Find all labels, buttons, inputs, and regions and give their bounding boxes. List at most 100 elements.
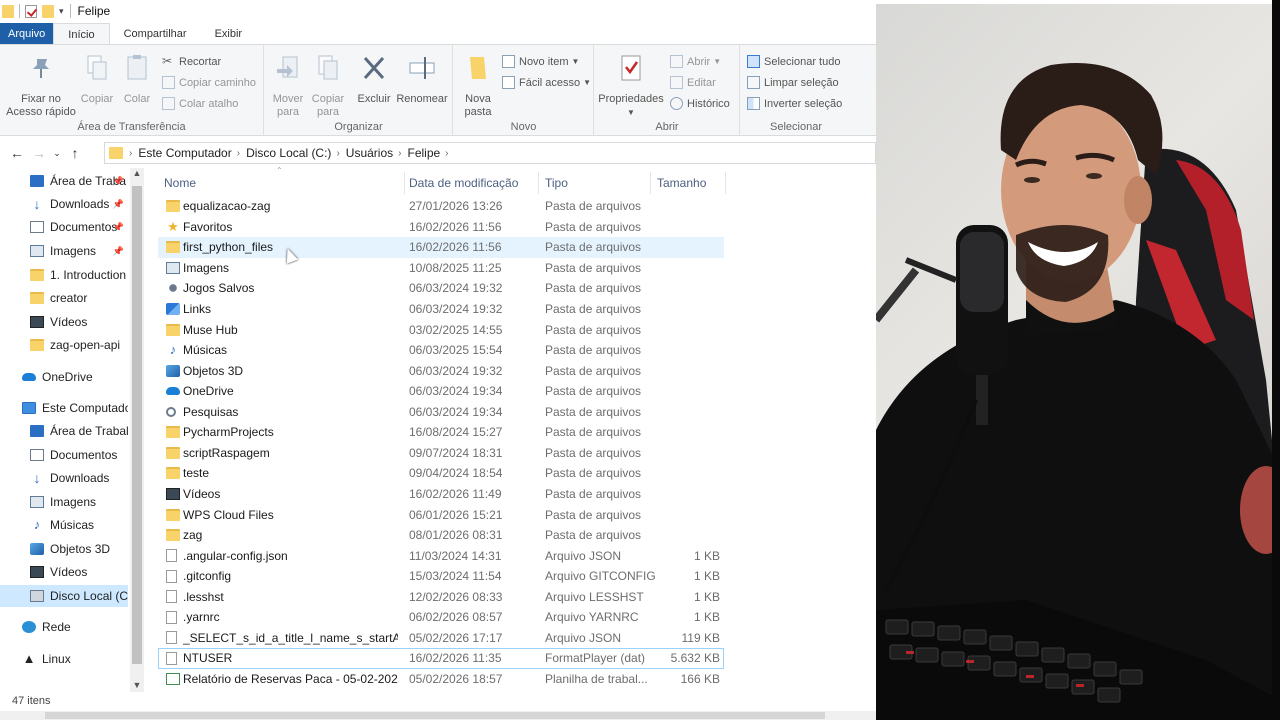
tab-view[interactable]: Exibir	[201, 23, 257, 45]
file-row[interactable]: Vídeos 16/02/2026 11:49 Pasta de arquivos	[158, 484, 724, 505]
breadcrumb-felipe[interactable]: Felipe	[407, 146, 440, 160]
sidebar-item[interactable]: zag-open-api	[0, 334, 128, 356]
new-folder-quick-icon[interactable]	[42, 4, 54, 18]
invert-selection-button[interactable]: Inverter seleção	[747, 97, 842, 110]
file-row[interactable]: .angular-config.json 11/03/2024 14:31 Arqu…	[158, 545, 724, 566]
cut-button[interactable]: ✂ Recortar	[162, 55, 221, 68]
file-row[interactable]: ★ Favoritos 16/02/2026 11:56 Pasta de arqui…	[158, 217, 724, 238]
tab-home[interactable]: Início	[53, 23, 110, 45]
file-row[interactable]: Jogos Salvos 06/03/2024 19:32 Pasta de arq…	[158, 278, 724, 299]
scroll-down-icon[interactable]: ▼	[130, 680, 144, 690]
copy-path-button[interactable]: Copiar caminho	[162, 76, 256, 89]
paste-shortcut-button[interactable]: Colar atalho	[162, 97, 238, 110]
file-row[interactable]: .lesshst 12/02/2026 08:33 Arquivo LESSHST 1…	[158, 586, 724, 607]
pin-icon[interactable]: 📌	[113, 246, 124, 257]
column-header-date[interactable]: Data de modificação	[404, 172, 538, 194]
file-row[interactable]: _SELECT_s_id_a_title_l_name_s_startAt_s_…	[158, 628, 724, 649]
paste-button[interactable]: Colar	[120, 53, 154, 106]
sidebar-item[interactable]: Imagens	[0, 491, 128, 513]
sidebar-item[interactable]: Documentos	[0, 444, 128, 466]
sidebar-item[interactable]: Vídeos	[0, 561, 128, 583]
tab-share[interactable]: Compartilhar	[110, 23, 201, 45]
new-folder-button[interactable]: Nova pasta	[458, 53, 498, 119]
file-row[interactable]: Pesquisas 06/03/2024 19:34 Pasta de arquiv…	[158, 402, 724, 423]
new-item-button[interactable]: Novo item ▼	[502, 55, 579, 68]
scrollbar-thumb[interactable]	[45, 712, 825, 719]
tab-file[interactable]: Arquivo	[0, 23, 54, 45]
forward-arrow-icon[interactable]: →	[28, 145, 50, 161]
sidebar-item[interactable]: Rede	[0, 616, 128, 638]
file-row[interactable]: OneDrive 06/03/2024 19:34 Pasta de arquivo…	[158, 381, 724, 402]
navigation-scrollbar[interactable]: ▲ ▼	[130, 168, 144, 692]
sidebar-item[interactable]: Vídeos	[0, 311, 128, 333]
delete-button[interactable]: Excluir	[355, 53, 393, 106]
sidebar-item[interactable]: Imagens 📌	[0, 240, 128, 262]
file-row[interactable]: equalizacao-zag 27/01/2026 13:26 Pasta de …	[158, 196, 724, 217]
pin-icon[interactable]: 📌	[113, 199, 124, 210]
edit-button[interactable]: Editar	[670, 76, 716, 89]
customize-toolbar-icon[interactable]: ▾	[59, 6, 64, 17]
file-row[interactable]: zag 08/01/2026 08:31 Pasta de arquivos	[158, 525, 724, 546]
file-name: Relatório de Reservas Paca - 05-02-2026 …	[183, 671, 398, 686]
recent-locations-icon[interactable]: ⌄	[50, 148, 64, 159]
sidebar-item[interactable]: ▲ Linux	[0, 648, 128, 670]
sidebar-item[interactable]: ↓ Downloads	[0, 467, 128, 489]
chevron-right-icon[interactable]: ›	[336, 148, 339, 159]
easy-access-button[interactable]: Fácil acesso ▼	[502, 76, 591, 89]
file-row[interactable]: WPS Cloud Files 06/01/2026 15:21 Pasta de …	[158, 504, 724, 525]
sidebar-item[interactable]: Documentos 📌	[0, 216, 128, 238]
sidebar-item[interactable]: ♪ Músicas	[0, 514, 128, 536]
history-button[interactable]: Histórico	[670, 97, 730, 110]
file-row[interactable]: .gitconfig 15/03/2024 11:54 Arquivo GITCON…	[158, 566, 724, 587]
properties-quick-icon[interactable]	[25, 4, 37, 18]
sidebar-item[interactable]: Disco Local (C:)	[0, 585, 128, 607]
scroll-up-icon[interactable]: ▲	[130, 168, 144, 178]
sidebar-item[interactable]: Este Computador	[0, 397, 128, 419]
clear-selection-button[interactable]: Limpar seleção	[747, 76, 839, 89]
sidebar-item[interactable]: Objetos 3D	[0, 538, 128, 560]
file-row[interactable]: NTUSER 16/02/2026 11:35 FormatPlayer (dat)…	[158, 648, 724, 669]
open-button[interactable]: Abrir ▼	[670, 55, 721, 68]
pin-quick-access-button[interactable]: Fixar no Acesso rápido	[6, 53, 76, 119]
sidebar-item[interactable]: ↓ Downloads 📌	[0, 193, 128, 215]
file-row[interactable]: .yarnrc 06/02/2026 08:57 Arquivo YARNRC 1 K…	[158, 607, 724, 628]
chevron-right-icon[interactable]: ›	[445, 148, 448, 159]
sidebar-item[interactable]: OneDrive	[0, 366, 128, 388]
column-header-type[interactable]: Tipo	[538, 172, 650, 194]
breadcrumb-local-disk[interactable]: Disco Local (C:)	[246, 146, 331, 160]
sidebar-item[interactable]: Área de Traba 📌	[0, 170, 128, 192]
pin-icon[interactable]: 📌	[113, 222, 124, 233]
file-row[interactable]: Links 06/03/2024 19:32 Pasta de arquivos	[158, 299, 724, 320]
column-header-name[interactable]: Nome ⌃	[160, 166, 404, 194]
copy-button[interactable]: Copiar	[80, 53, 114, 106]
file-row[interactable]: teste 09/04/2024 18:54 Pasta de arquivos	[158, 463, 724, 484]
rename-button[interactable]: Renomear	[395, 53, 449, 106]
column-header-size[interactable]: Tamanho	[650, 172, 726, 194]
select-all-button[interactable]: Selecionar tudo	[747, 55, 840, 68]
file-row[interactable]: Relatório de Reservas Paca - 05-02-2026 …	[158, 669, 724, 690]
chevron-right-icon[interactable]: ›	[129, 148, 132, 159]
sidebar-item[interactable]: 1. Introduction .	[0, 264, 128, 286]
file-row[interactable]: Imagens 10/08/2025 11:25 Pasta de arquivos	[158, 258, 724, 279]
file-row[interactable]: first_python_files 16/02/2026 11:56 Pasta …	[158, 237, 724, 258]
up-arrow-icon[interactable]: ↑	[64, 145, 86, 161]
sidebar-item[interactable]: Área de Trabalho	[0, 420, 128, 442]
file-row[interactable]: Muse Hub 03/02/2025 14:55 Pasta de arquivo…	[158, 319, 724, 340]
sidebar-item[interactable]: creator	[0, 287, 128, 309]
properties-button[interactable]: Propriedades ▼	[597, 53, 665, 119]
move-to-button[interactable]: Mover para	[269, 53, 307, 119]
file-row[interactable]: Objetos 3D 06/03/2024 19:32 Pasta de arqui…	[158, 360, 724, 381]
pin-icon[interactable]: 📌	[113, 176, 124, 187]
back-arrow-icon[interactable]: ←	[6, 145, 28, 161]
file-row[interactable]: scriptRaspagem 09/07/2024 18:31 Pasta de a…	[158, 443, 724, 464]
horizontal-scrollbar[interactable]	[0, 711, 876, 720]
chevron-right-icon[interactable]: ›	[398, 148, 401, 159]
breadcrumb-users[interactable]: Usuários	[346, 146, 393, 160]
file-row[interactable]: ♪ Músicas 06/03/2025 15:54 Pasta de arquivo…	[158, 340, 724, 361]
chevron-right-icon[interactable]: ›	[237, 148, 240, 159]
scrollbar-thumb[interactable]	[132, 186, 142, 664]
breadcrumb-this-pc[interactable]: Este Computador	[138, 146, 231, 160]
copy-to-button[interactable]: Copiar para	[309, 53, 347, 119]
file-row[interactable]: PycharmProjects 16/08/2024 15:27 Pasta de …	[158, 422, 724, 443]
address-bar[interactable]: › Este Computador › Disco Local (C:) › U…	[104, 142, 876, 164]
